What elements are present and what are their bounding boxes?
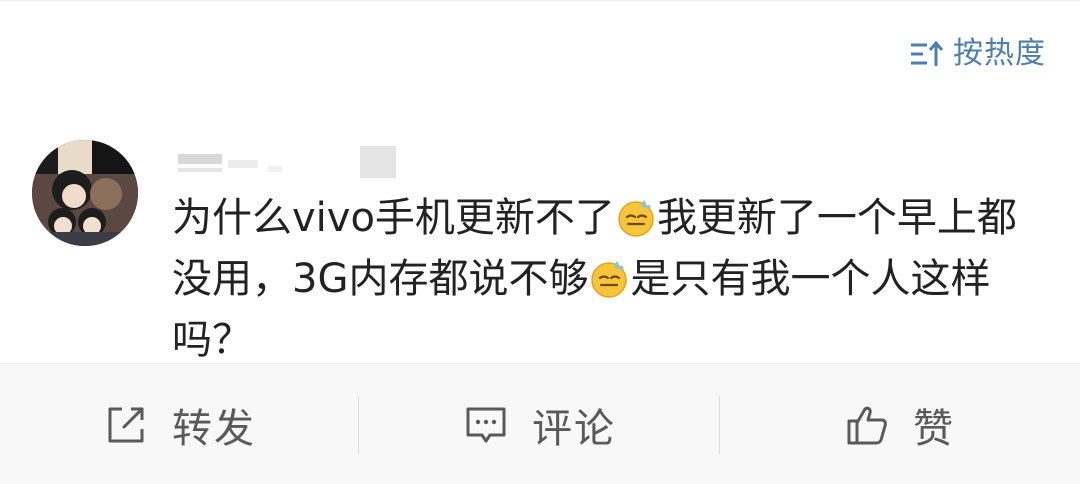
sweat-smile-emoji-icon: [591, 261, 628, 298]
like-label: 赞: [913, 405, 955, 452]
sort-desc-icon: [911, 40, 944, 66]
action-bar: 转发 评论 赞: [0, 363, 1080, 484]
share-icon: [108, 407, 144, 442]
sweat-smile-emoji-icon: [618, 200, 654, 237]
action-divider: [719, 396, 720, 454]
sort-label: 按热度: [953, 36, 1046, 71]
comment-page: 按热度 为什么vivo手机更新不了 我更新了一个早上都没用，3G内存都说不够 是…: [0, 0, 1080, 484]
action-divider: [358, 396, 359, 454]
comment-text: 为什么vivo手机更新不了 我更新了一个早上都没用，3G内存都说不够 是只有我一…: [172, 188, 1052, 371]
repost-label: 转发: [172, 405, 256, 452]
repost-button[interactable]: 转发: [0, 364, 360, 484]
like-button[interactable]: 赞: [720, 364, 1080, 484]
username-redacted: [178, 146, 396, 178]
comment-button[interactable]: 评论: [360, 364, 720, 484]
comment-icon: [466, 407, 506, 442]
thumbs-up-icon: [847, 406, 887, 444]
avatar-illustration: [32, 140, 138, 246]
top-divider: [0, 0, 1080, 1]
sort-by-popularity-button[interactable]: 按热度: [909, 34, 1046, 74]
avatar[interactable]: [32, 140, 138, 246]
comment-text-part-1: 为什么vivo手机更新不了: [172, 195, 615, 241]
comment-label: 评论: [532, 405, 616, 452]
